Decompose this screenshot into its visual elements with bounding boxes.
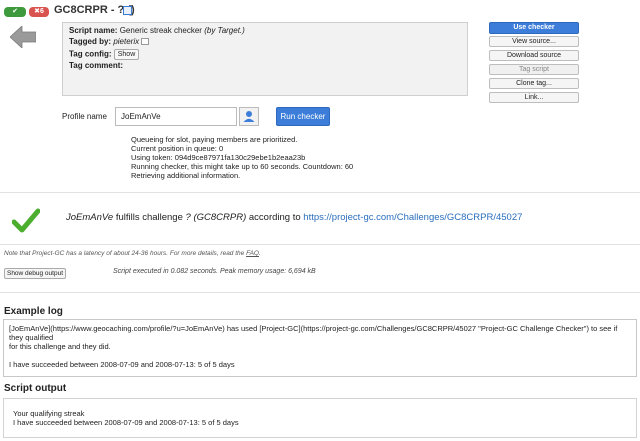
profile-name-label: Profile name <box>62 112 107 121</box>
script-name-row: Script name: Generic streak checker (by … <box>69 26 245 36</box>
tag-config-show-button[interactable]: Show <box>113 49 140 60</box>
log-line: I have succeeded between 2008-07-09 and … <box>9 360 235 369</box>
example-log-heading: Example log <box>4 306 63 317</box>
tagged-by-value: pieterix <box>113 37 140 46</box>
script-name-value: Generic streak checker <box>119 26 202 35</box>
show-debug-output-button[interactable]: Show debug output <box>4 268 66 279</box>
user-icon <box>243 111 255 122</box>
tag-comment-row: Tag comment: <box>69 61 123 71</box>
user-lookup-button[interactable] <box>239 107 259 126</box>
script-info-panel: Script name: Generic streak checker (by … <box>62 22 468 96</box>
tag-comment-label: Tag comment: <box>69 61 124 70</box>
queue-message: Retrieving additional information. <box>131 171 241 180</box>
tagged-by-row: Tagged by: pieterix <box>69 37 150 47</box>
latency-note: Note that Project-GC has a latency of ab… <box>4 250 261 257</box>
tag-config-label: Tag config: <box>69 49 112 59</box>
example-log-textarea[interactable]: [JoEmAnVe](https://www.geocaching.com/pr… <box>3 319 637 377</box>
faq-link[interactable]: FAQ <box>246 250 259 257</box>
latency-text: Note that Project-GC has a latency of ab… <box>4 250 245 257</box>
view-source-button[interactable]: View source... <box>489 36 579 47</box>
profile-name-input[interactable]: JoEmAnVe <box>115 107 237 126</box>
tag-config-row: Tag config: Show <box>69 49 140 60</box>
divider <box>0 192 640 193</box>
tag-script-button[interactable]: Tag script <box>489 64 579 75</box>
use-checker-button[interactable]: Use checker <box>489 22 579 34</box>
link-button[interactable]: Link... <box>489 92 579 103</box>
log-spacer <box>9 351 631 360</box>
result-according: according to <box>248 212 301 223</box>
log-line: [JoEmAnVe](https://www.geocaching.com/pr… <box>9 324 618 342</box>
script-output-heading: Script output <box>4 383 67 394</box>
download-source-button[interactable]: Download source <box>489 50 579 61</box>
script-output-panel: Your qualifying streak I have succeeded … <box>3 398 637 438</box>
latency-dot: . <box>258 250 261 257</box>
divider <box>0 244 640 245</box>
result-user: JoEmAnVe <box>66 212 114 223</box>
result-message: JoEmAnVe fulfills challenge ? (GC8CRPR) … <box>66 212 522 223</box>
run-checker-button[interactable]: Run checker <box>276 107 330 126</box>
result-text: fulfills challenge <box>115 212 183 223</box>
output-line: Your qualifying streak <box>13 409 85 418</box>
script-author: (by Target.) <box>204 26 245 35</box>
log-line: for this challenge and they did. <box>9 342 111 351</box>
tag-edit-icon[interactable] <box>141 38 150 46</box>
clone-tag-button[interactable]: Clone tag... <box>489 78 579 89</box>
failed-badge: ✖6 <box>29 7 49 17</box>
challenge-link[interactable]: https://project-gc.com/Challenges/GC8CRP… <box>303 212 522 223</box>
tagged-by-label: Tagged by: <box>69 37 112 46</box>
result-challenge: ? (GC8CRPR) <box>185 212 247 223</box>
output-line: I have succeeded between 2008-07-09 and … <box>13 418 239 427</box>
success-check-icon <box>12 208 40 233</box>
script-name-label: Script name: <box>69 26 118 35</box>
divider <box>0 292 640 293</box>
back-arrow-icon[interactable] <box>10 26 36 48</box>
solved-badge: ✔ <box>4 7 26 17</box>
external-link-icon[interactable] <box>123 6 132 15</box>
execution-stats: Script executed in 0.082 seconds. Peak m… <box>113 268 316 275</box>
